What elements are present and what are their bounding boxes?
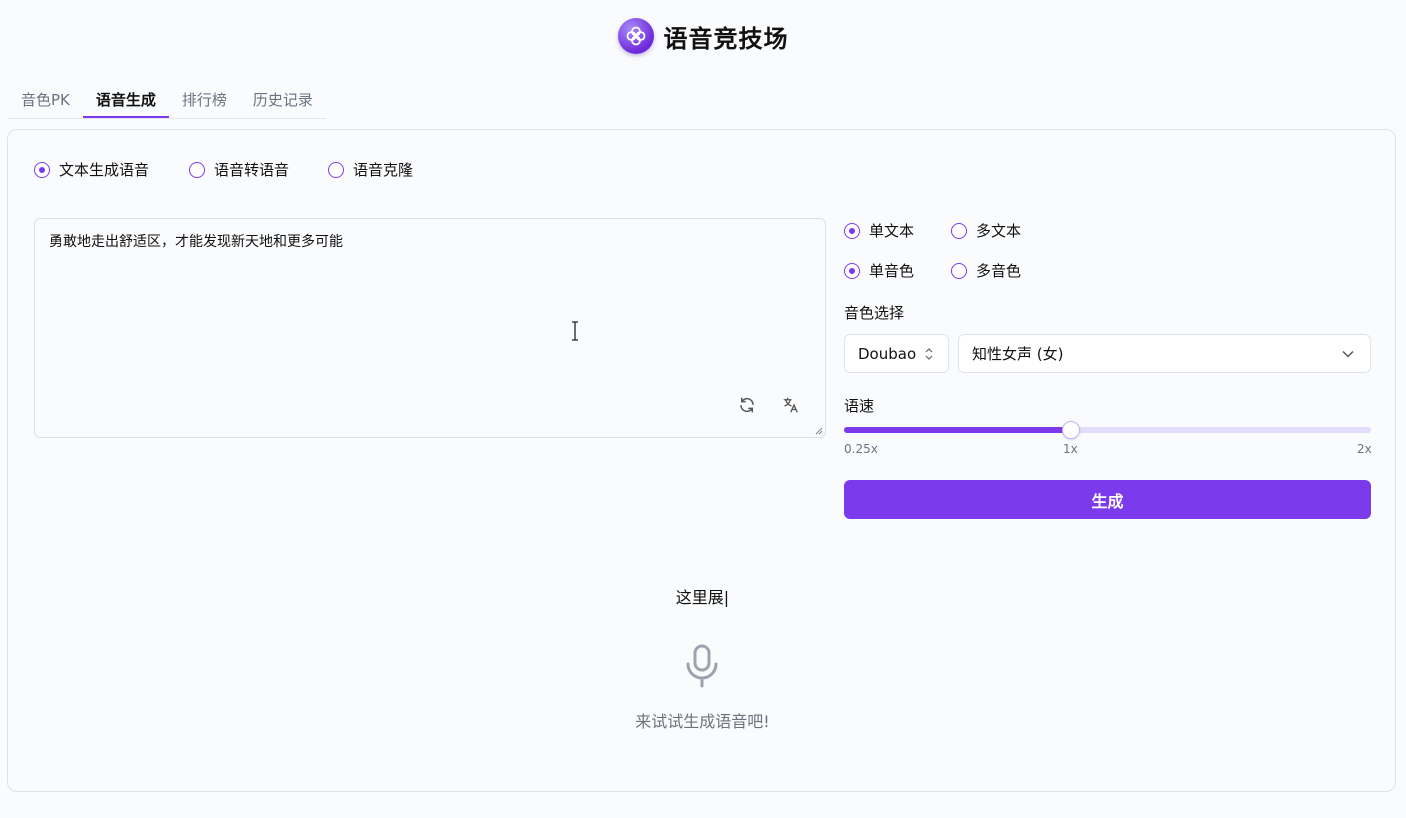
radio-speech-to-speech[interactable]: 语音转语音 (189, 159, 289, 180)
radio-dot (189, 161, 205, 178)
speed-min-label: 0.25x (844, 442, 878, 456)
tab-leaderboard[interactable]: 排行榜 (169, 84, 240, 118)
speed-slider-thumb[interactable] (1062, 421, 1080, 439)
radio-label: 单音色 (869, 262, 915, 280)
speed-label: 语速 (844, 397, 875, 415)
radio-dot (951, 222, 967, 239)
generation-panel: 文本生成语音 语音转语音 语音克隆 勇敢地走出舒适区，才能发现新天地和更多可能 (7, 129, 1396, 792)
speed-max-label: 2x (1357, 442, 1372, 456)
text-input-value: 勇敢地走出舒适区，才能发现新天地和更多可能 (49, 234, 343, 250)
radio-single-text[interactable]: 单文本 (844, 220, 914, 241)
text-cursor-icon (572, 321, 578, 341)
radio-dot-selected (844, 222, 860, 239)
chevron-down-icon (1342, 350, 1354, 358)
main-tabs: 音色PK 语音生成 排行榜 历史记录 (8, 84, 326, 119)
radio-label: 语音克隆 (353, 161, 414, 179)
voice-select[interactable]: 知性女声 (女) (958, 334, 1371, 373)
output-typing-text: 这里展| (675, 588, 730, 607)
voice-select-value: 知性女声 (女) (972, 345, 1064, 363)
clover-logo-icon (617, 18, 654, 54)
resize-handle-icon[interactable] (815, 427, 823, 435)
radio-multi-voice[interactable]: 多音色 (951, 260, 1021, 281)
empty-state-hint: 来试试生成语音吧! (635, 712, 770, 731)
radio-multi-text[interactable]: 多文本 (951, 220, 1021, 241)
voice-select-label: 音色选择 (844, 304, 905, 322)
radio-label: 语音转语音 (214, 161, 290, 179)
tab-voice-pk[interactable]: 音色PK (8, 84, 83, 118)
speed-mid-label: 1x (1063, 442, 1078, 456)
radio-single-voice[interactable]: 单音色 (844, 260, 914, 281)
app-title: 语音竞技场 (663, 24, 789, 53)
provider-select-value: Doubao (858, 344, 917, 363)
radio-dot-selected (844, 262, 860, 279)
speed-slider-fill (844, 427, 1071, 433)
updown-chevron-icon (925, 347, 933, 360)
radio-dot (951, 262, 967, 279)
generate-button[interactable]: 生成 (844, 480, 1371, 519)
provider-select[interactable]: Doubao (844, 334, 949, 373)
radio-label: 文本生成语音 (59, 161, 150, 179)
radio-label: 单文本 (869, 222, 915, 240)
app-header: 语音竞技场 (0, 16, 1406, 56)
tab-speech-generation[interactable]: 语音生成 (82, 84, 169, 118)
refresh-icon[interactable] (737, 395, 757, 415)
translate-icon[interactable] (781, 395, 801, 415)
radio-label: 多音色 (976, 262, 1022, 280)
radio-dot-selected (34, 161, 50, 178)
radio-dot (328, 161, 344, 178)
tab-history[interactable]: 历史记录 (240, 84, 326, 118)
radio-voice-clone[interactable]: 语音克隆 (328, 159, 413, 180)
speed-slider[interactable] (844, 421, 1371, 439)
microphone-icon (686, 644, 718, 688)
text-input-area[interactable]: 勇敢地走出舒适区，才能发现新天地和更多可能 (34, 218, 826, 438)
radio-label: 多文本 (976, 222, 1022, 240)
radio-text-to-speech[interactable]: 文本生成语音 (34, 159, 149, 180)
